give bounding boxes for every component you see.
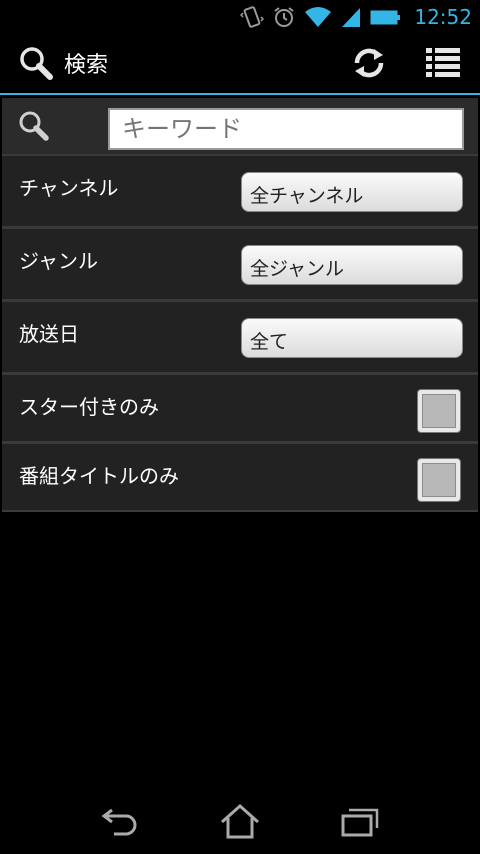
recent-apps-icon	[341, 808, 379, 837]
battery-icon	[370, 10, 401, 24]
search-icon	[20, 47, 53, 80]
genre-row: ジャンル 全ジャンル	[2, 229, 478, 299]
keyword-input[interactable]	[108, 108, 464, 150]
status-clock: 12:52	[414, 4, 472, 29]
alarm-icon	[274, 6, 294, 27]
status-bar: 12:52	[0, 0, 480, 33]
home-icon	[221, 803, 259, 839]
refresh-icon	[354, 48, 384, 78]
genre-select[interactable]: 全ジャンル	[241, 245, 463, 285]
menu-list-button[interactable]	[406, 33, 480, 93]
date-select[interactable]: 全て	[241, 318, 463, 358]
date-label: 放送日	[19, 322, 79, 346]
keyword-row	[2, 98, 478, 154]
starred-row: スター付きのみ	[2, 375, 478, 441]
back-icon	[101, 808, 137, 836]
home-button[interactable]	[205, 790, 275, 854]
title-only-checkbox[interactable]	[417, 458, 461, 502]
keyword-search-icon	[16, 108, 52, 148]
recent-apps-button[interactable]	[325, 790, 395, 854]
title-only-label: 番組タイトルのみ	[19, 464, 179, 488]
channel-row: チャンネル 全チャンネル	[2, 156, 478, 226]
channel-label: チャンネル	[19, 176, 119, 200]
genre-label: ジャンル	[19, 249, 98, 273]
title-only-row: 番組タイトルのみ	[2, 444, 478, 510]
refresh-button[interactable]	[332, 33, 406, 93]
list-icon	[426, 48, 460, 77]
page-title: 検索	[64, 53, 109, 78]
navigation-bar	[0, 790, 480, 854]
wifi-icon	[305, 6, 332, 27]
starred-label: スター付きのみ	[19, 395, 159, 419]
date-row: 放送日 全て	[2, 302, 478, 372]
search-panel: チャンネル 全チャンネル ジャンル 全ジャンル 放送日 全て スター付きのみ 番…	[2, 98, 478, 512]
starred-checkbox[interactable]	[417, 389, 461, 433]
back-button[interactable]	[85, 790, 155, 854]
channel-select[interactable]: 全チャンネル	[241, 172, 463, 212]
home-up-button[interactable]: 検索	[0, 33, 108, 93]
action-bar: 検索	[0, 33, 480, 95]
vibrate-icon	[240, 5, 265, 28]
signal-icon	[342, 7, 361, 27]
